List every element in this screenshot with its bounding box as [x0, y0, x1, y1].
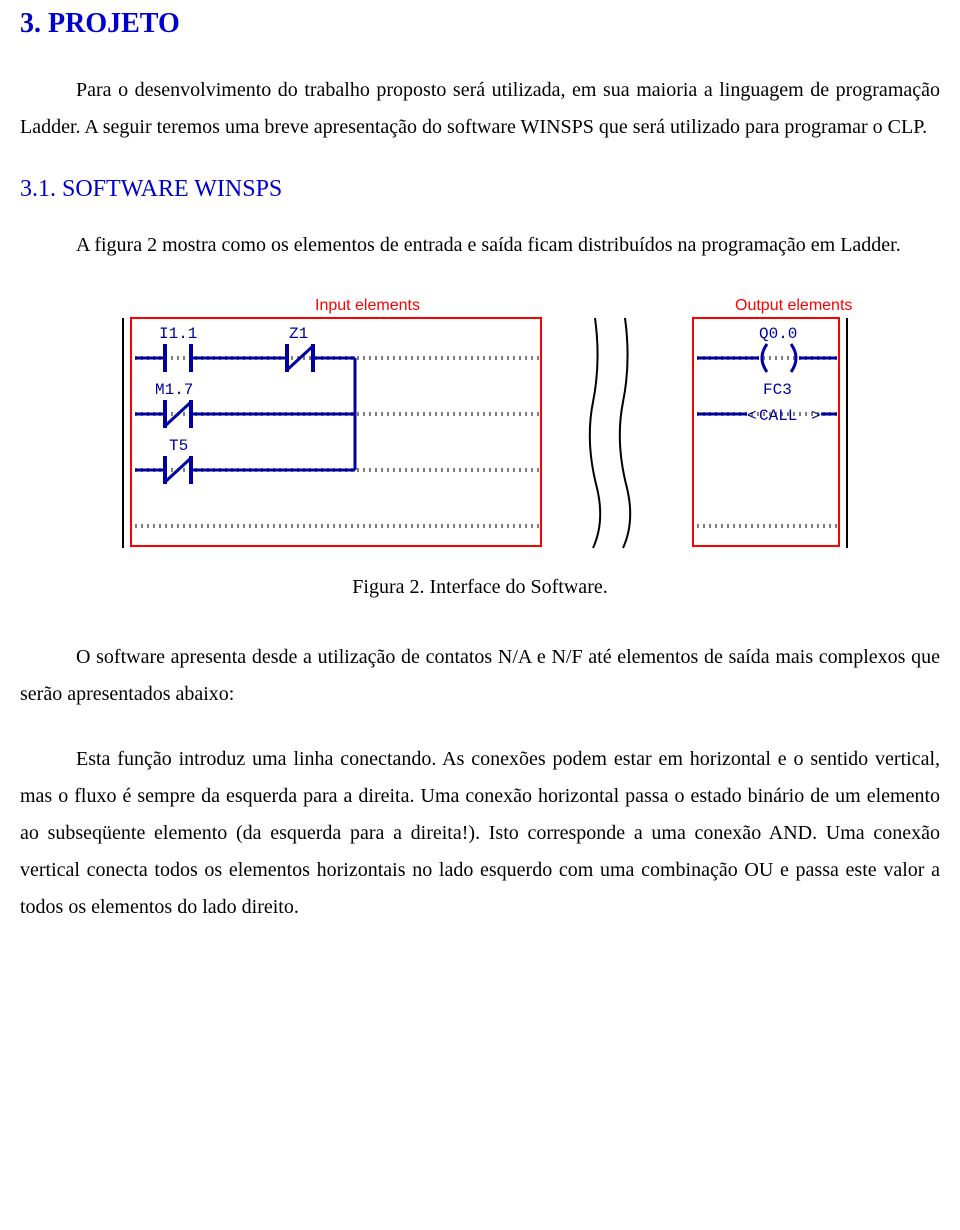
break-line-left [590, 318, 600, 548]
heading-projeto: 3. PROJETO [20, 8, 940, 40]
paragraph-3: O software apresenta desde a utilização … [20, 639, 940, 713]
contact-z1: Z1 [287, 325, 313, 372]
ladder-svg: Input elements Output elements [95, 292, 865, 552]
svg-text:Z1: Z1 [289, 325, 308, 343]
contact-t5: T5 [165, 437, 191, 484]
figure-ladder-diagram: Input elements Output elements [20, 292, 940, 552]
figure-caption: Figura 2. Interface do Software. [20, 576, 940, 599]
rung-dotted-bg [135, 358, 837, 526]
svg-text:Q0.0: Q0.0 [759, 325, 797, 343]
paragraph-figure-intro: A figura 2 mostra como os elementos de e… [20, 227, 940, 264]
svg-text:<: < [747, 407, 757, 425]
contact-i11: I1.1 [159, 325, 197, 372]
paragraph-intro: Para o desenvolvimento do trabalho propo… [20, 72, 940, 146]
output-fc3-call: < > FC3 CALL [697, 381, 837, 425]
svg-text:T5: T5 [169, 437, 188, 455]
svg-text:I1.1: I1.1 [159, 325, 197, 343]
output-box [693, 318, 839, 546]
svg-text:>: > [811, 407, 821, 425]
label-input-elements: Input elements [315, 297, 420, 314]
contact-m17: M1.7 [155, 381, 193, 428]
svg-text:CALL: CALL [759, 407, 797, 425]
paragraph-4: Esta função introduz uma linha conectand… [20, 741, 940, 926]
svg-text:FC3: FC3 [763, 381, 792, 399]
heading-software-winsps: 3.1. SOFTWARE WINSPS [20, 176, 940, 203]
break-line-right [620, 318, 630, 548]
label-output-elements: Output elements [735, 297, 852, 314]
svg-text:M1.7: M1.7 [155, 381, 193, 399]
output-q00: Q0.0 [697, 325, 837, 372]
